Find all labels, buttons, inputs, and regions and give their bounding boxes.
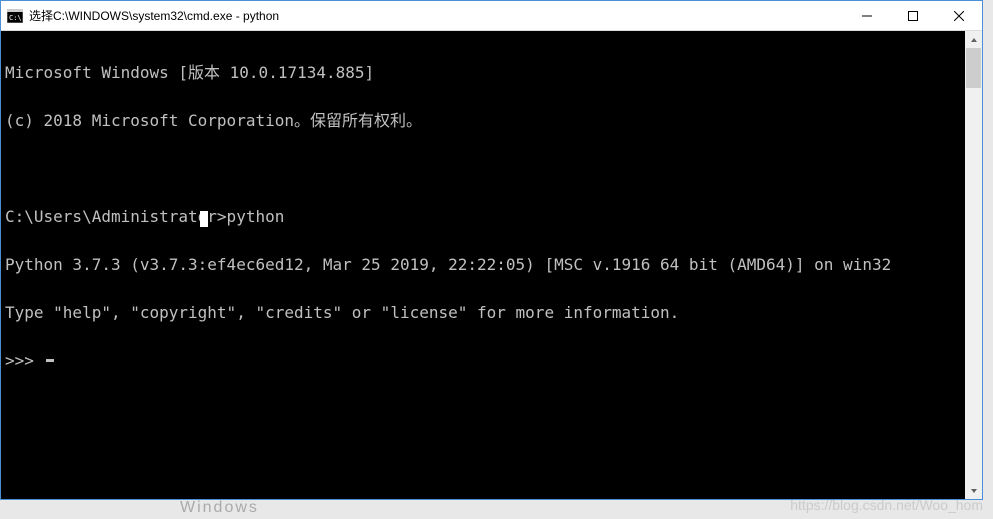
scroll-up-button[interactable]	[965, 31, 982, 48]
scroll-track[interactable]	[965, 48, 982, 482]
terminal-line: C:\Users\Administrator>python	[5, 209, 961, 225]
terminal-content[interactable]: Microsoft Windows [版本 10.0.17134.885] (c…	[1, 31, 965, 499]
terminal-line: Python 3.7.3 (v3.7.3:ef4ec6ed12, Mar 25 …	[5, 257, 961, 273]
background-text: Windows	[180, 499, 259, 517]
titlebar-left: C:\ 选择C:\WINDOWS\system32\cmd.exe - pyth…	[1, 7, 279, 24]
vertical-scrollbar[interactable]	[965, 31, 982, 499]
window-controls	[844, 1, 982, 30]
terminal-line	[5, 161, 961, 177]
terminal-line: Type "help", "copyright", "credits" or "…	[5, 305, 961, 321]
maximize-button[interactable]	[890, 1, 936, 30]
selection-cursor	[200, 211, 208, 227]
terminal-area: Microsoft Windows [版本 10.0.17134.885] (c…	[1, 31, 982, 499]
watermark-text: https://blog.csdn.net/Woo_hom	[790, 497, 983, 513]
svg-text:C:\: C:\	[9, 14, 22, 22]
scroll-thumb[interactable]	[966, 48, 981, 88]
cmd-icon: C:\	[7, 8, 23, 24]
cmd-window: C:\ 选择C:\WINDOWS\system32\cmd.exe - pyth…	[0, 0, 983, 500]
titlebar[interactable]: C:\ 选择C:\WINDOWS\system32\cmd.exe - pyth…	[1, 1, 982, 31]
text-cursor	[46, 359, 54, 362]
close-button[interactable]	[936, 1, 982, 30]
terminal-line: Microsoft Windows [版本 10.0.17134.885]	[5, 65, 961, 81]
window-title: 选择C:\WINDOWS\system32\cmd.exe - python	[29, 7, 279, 24]
python-prompt-line: >>>	[5, 353, 961, 369]
minimize-button[interactable]	[844, 1, 890, 30]
terminal-line: (c) 2018 Microsoft Corporation。保留所有权利。	[5, 113, 961, 129]
python-prompt: >>>	[5, 353, 44, 369]
